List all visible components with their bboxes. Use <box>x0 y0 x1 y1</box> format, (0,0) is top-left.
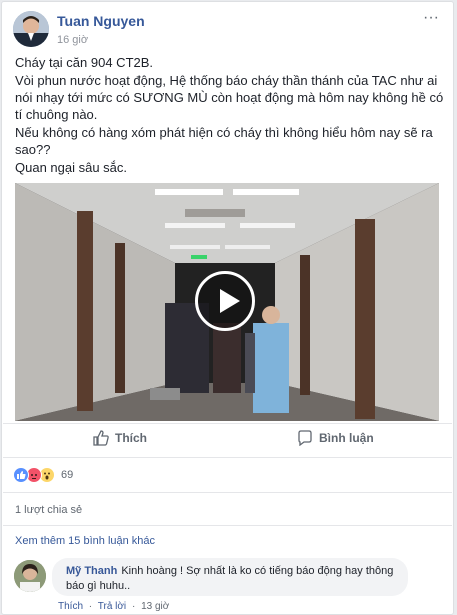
reactions-summary[interactable]: 69 <box>13 466 73 484</box>
commenter-name[interactable]: Mỹ Thanh <box>66 565 117 577</box>
play-icon[interactable] <box>195 271 255 331</box>
comment-button[interactable]: Bình luận <box>297 430 374 446</box>
like-label: Thích <box>115 431 147 445</box>
commenter-avatar[interactable] <box>14 560 46 592</box>
comment-icon <box>298 430 312 446</box>
view-more-comments-link[interactable]: Xem thêm 15 bình luận khác <box>15 535 155 547</box>
post-paragraph: Quan ngại sâu sắc. <box>15 160 128 175</box>
post-time[interactable]: 16 giờ <box>57 34 88 46</box>
comment-label: Bình luận <box>319 431 374 445</box>
divider <box>3 492 452 493</box>
divider <box>3 423 452 424</box>
divider <box>3 457 452 458</box>
post-actions: Thích Bình luận <box>15 426 439 454</box>
comment-time[interactable]: 13 giờ <box>141 601 169 612</box>
video-player[interactable] <box>15 183 439 421</box>
post-paragraph: Cháy tại căn 904 CT2B. <box>15 55 154 70</box>
divider <box>3 525 452 526</box>
separator: · <box>88 601 93 612</box>
post-card: Tuan Nguyen 16 giờ ··· Cháy tại căn 904 … <box>1 1 454 615</box>
comment-actions: Thích · Trả lời · 13 giờ <box>58 601 172 612</box>
more-options-icon[interactable]: ··· <box>423 9 439 27</box>
author-name[interactable]: Tuan Nguyen <box>57 13 145 29</box>
share-count[interactable]: 1 lượt chia sẻ <box>15 504 82 516</box>
reaction-count[interactable]: 69 <box>61 469 73 481</box>
post-paragraph: Vòi phun nước hoạt động, Hệ thống báo ch… <box>15 73 444 122</box>
comment-bubble: Mỹ Thanh Kinh hoàng ! Sợ nhất là ko có ti… <box>52 558 408 596</box>
thumbs-up-icon <box>93 430 109 446</box>
like-button[interactable]: Thích <box>93 430 147 446</box>
post-text: Cháy tại căn 904 CT2B. Vòi phun nước hoạ… <box>15 54 445 177</box>
comment-like-button[interactable]: Thích <box>58 601 83 612</box>
like-reaction-icon <box>13 467 29 483</box>
post-paragraph: Nếu không có hàng xóm phát hiện có cháy … <box>15 125 433 157</box>
post-header: Tuan Nguyen 16 giờ ··· <box>13 9 443 49</box>
comment-reply-button[interactable]: Trả lời <box>98 601 126 612</box>
author-avatar[interactable] <box>13 11 49 47</box>
separator: · <box>131 601 136 612</box>
